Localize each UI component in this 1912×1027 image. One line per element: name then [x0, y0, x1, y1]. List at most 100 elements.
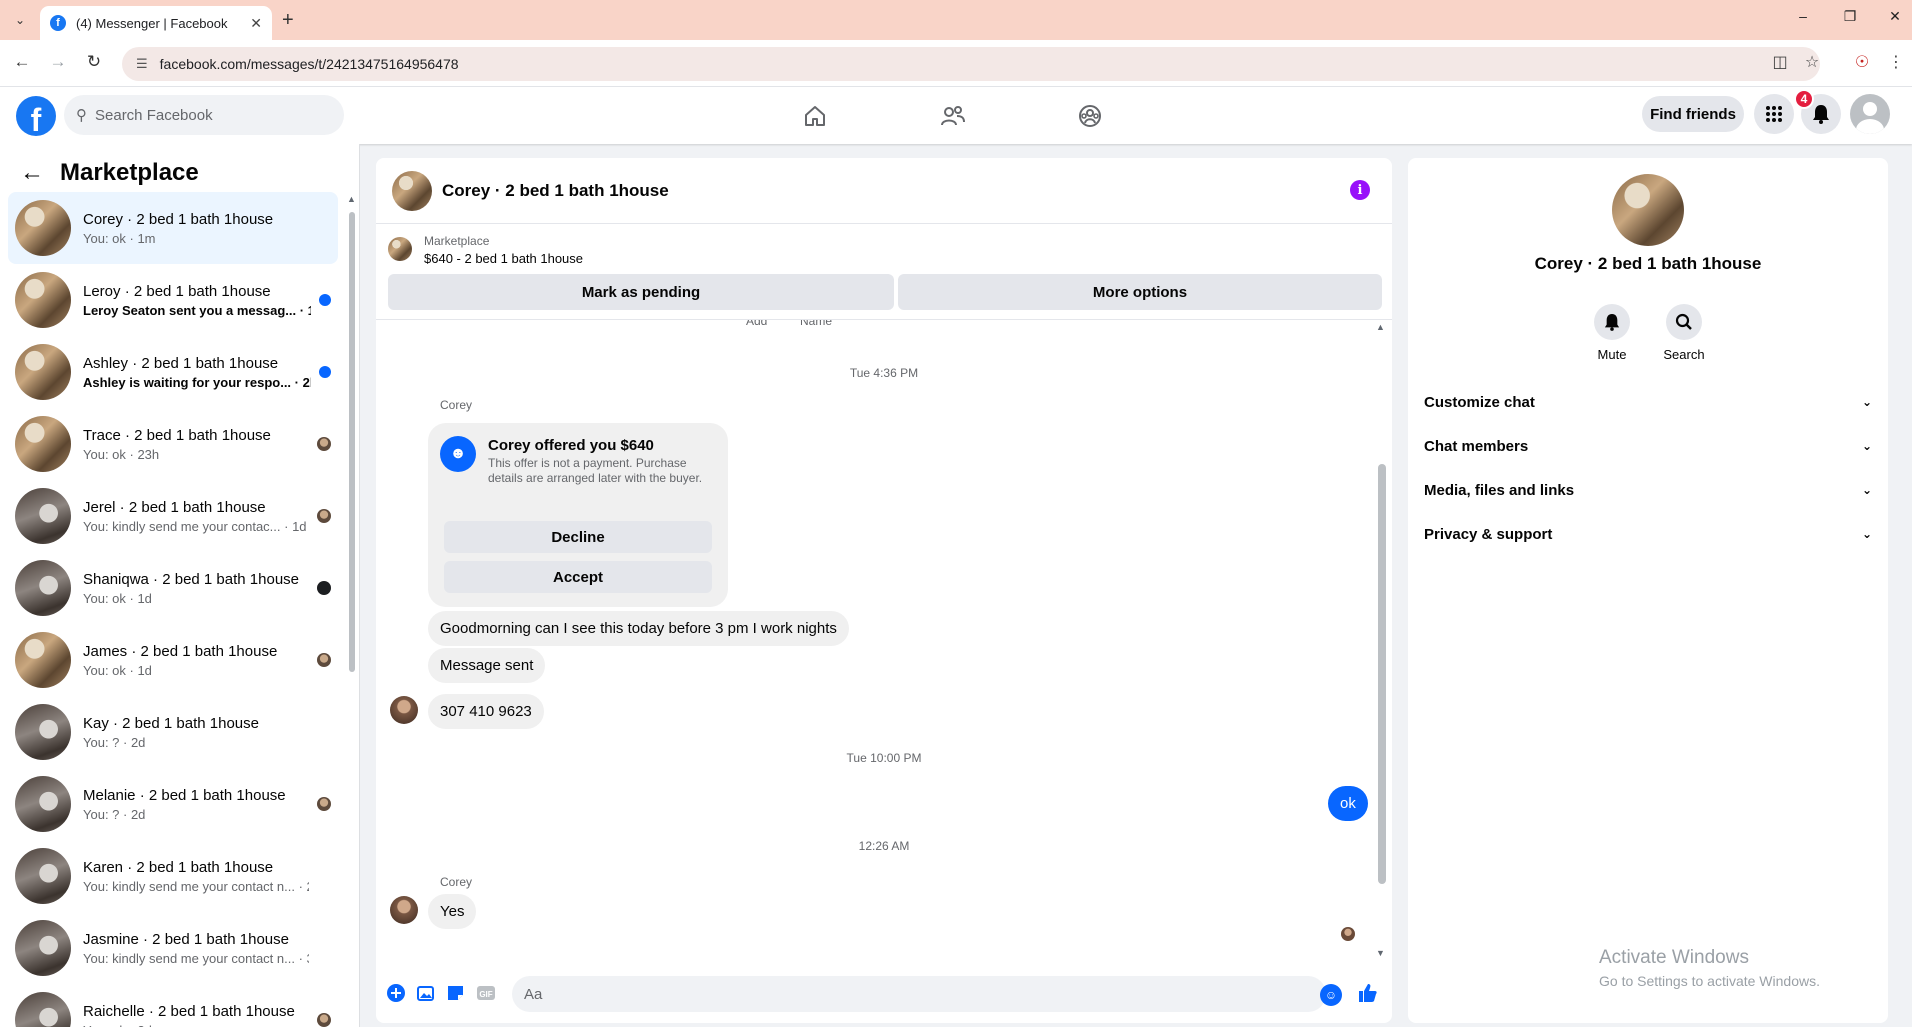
browser-menu-icon[interactable]: ⋮: [1884, 52, 1908, 72]
scroll-up-arrow-icon[interactable]: ▲: [1376, 322, 1385, 332]
gif-icon[interactable]: GIF: [474, 981, 498, 1005]
unread-dot: [319, 366, 331, 378]
minimize-icon[interactable]: –: [1788, 8, 1818, 24]
tab-close-icon[interactable]: ✕: [250, 15, 262, 32]
back-icon[interactable]: ←: [10, 52, 34, 72]
conversation-text: Jasmine · 2 bed 1 bath 1house You: kindly…: [83, 931, 309, 966]
search-in-conversation-button[interactable]: Search: [1654, 304, 1714, 362]
conversation-item[interactable]: Jasmine · 2 bed 1 bath 1house You: kindly…: [8, 912, 338, 984]
offer-card: ☻ Corey offered you $640 This offer is n…: [428, 423, 728, 607]
bookmark-star-icon[interactable]: ☆: [1800, 52, 1824, 72]
sticker-icon[interactable]: [444, 981, 468, 1005]
tab-search-chevron-icon[interactable]: ⌄: [8, 8, 32, 32]
conversation-name: Jerel · 2 bed 1 bath 1house: [83, 498, 266, 516]
message-input[interactable]: Aa: [512, 976, 1326, 1012]
chat-title[interactable]: Corey · 2 bed 1 bath 1house: [442, 181, 669, 201]
conversation-item[interactable]: Melanie · 2 bed 1 bath 1house You: ? · 2d: [8, 768, 338, 840]
find-friends-button[interactable]: Find friends: [1642, 96, 1744, 132]
message-bubble[interactable]: Goodmorning can I see this today before …: [428, 611, 849, 646]
info-avatar[interactable]: [1612, 174, 1684, 246]
new-tab-icon[interactable]: +: [282, 9, 294, 32]
more-options-button[interactable]: More options: [898, 274, 1382, 310]
profile-icon[interactable]: ☉: [1850, 52, 1874, 72]
conversation-item[interactable]: Corey · 2 bed 1 bath 1house You: ok · 1m: [8, 192, 338, 264]
scroll-up-arrow-icon[interactable]: ▲: [347, 194, 356, 204]
conversation-name: Kay · 2 bed 1 bath 1house: [83, 714, 259, 732]
listing-title[interactable]: $640 - 2 bed 1 bath 1house: [424, 251, 583, 266]
thumbs-up-icon[interactable]: [1356, 981, 1380, 1005]
sender-avatar[interactable]: [390, 896, 418, 924]
my-message-bubble[interactable]: ok: [1328, 786, 1368, 821]
conversation-item[interactable]: Jerel · 2 bed 1 bath 1house You: kindly s…: [8, 480, 338, 552]
url-field[interactable]: ☰ facebook.com/messages/t/24213475164956…: [122, 47, 1820, 81]
conversation-preview: Leroy Seaton sent you a messag... · 1h: [83, 302, 311, 318]
conversation-thumbnail: [15, 344, 71, 400]
conversation-name: Corey · 2 bed 1 bath 1house: [83, 210, 274, 228]
media-files-links-section[interactable]: Media, files and links ⌄: [1424, 468, 1872, 512]
conversation-preview: Ashley is waiting for your respo... · 2h: [83, 374, 311, 390]
mark-as-pending-button[interactable]: Mark as pending: [388, 274, 894, 310]
conversation-item[interactable]: Kay · 2 bed 1 bath 1house You: ? · 2d: [8, 696, 338, 768]
home-nav-icon[interactable]: [795, 101, 835, 131]
reload-icon[interactable]: ↻: [82, 52, 106, 72]
scroll-down-arrow-icon[interactable]: ▼: [1376, 948, 1385, 958]
search-icon: [1666, 304, 1702, 340]
facebook-search-input[interactable]: ⚲ Search Facebook: [64, 95, 344, 135]
chat-avatar[interactable]: [392, 170, 432, 211]
conversation-item[interactable]: Raichelle · 2 bed 1 bath 1house You: ok ·…: [8, 984, 338, 1027]
conversation-name: James · 2 bed 1 bath 1house: [83, 642, 278, 660]
accept-button[interactable]: Accept: [444, 561, 712, 593]
message-bubble[interactable]: Yes: [428, 894, 477, 929]
forward-icon[interactable]: →: [46, 52, 70, 72]
conversation-item[interactable]: James · 2 bed 1 bath 1house You: ok · 1d: [8, 624, 338, 696]
section-label: Privacy & support: [1424, 525, 1553, 543]
site-info-icon[interactable]: ☰: [136, 56, 148, 72]
conversation-item[interactable]: Leroy · 2 bed 1 bath 1house Leroy Seaton …: [8, 264, 338, 336]
conversation-item[interactable]: Trace · 2 bed 1 bath 1house You: ok · 23h: [8, 408, 338, 480]
conversation-item[interactable]: Shaniqwa · 2 bed 1 bath 1house You: ok · …: [8, 552, 338, 624]
photo-icon[interactable]: [414, 981, 438, 1005]
bell-icon: [1594, 304, 1630, 340]
chevron-down-icon: ⌄: [1861, 527, 1872, 541]
decline-button[interactable]: Decline: [444, 521, 712, 553]
conversation-name: Melanie · 2 bed 1 bath 1house: [83, 786, 286, 804]
install-app-icon[interactable]: ◫: [1768, 52, 1792, 72]
timestamp: Tue 4:36 PM: [849, 366, 919, 380]
conversation-text: Jerel · 2 bed 1 bath 1house You: kindly s…: [83, 499, 309, 534]
sender-avatar[interactable]: [390, 696, 418, 724]
chat-members-section[interactable]: Chat members ⌄: [1424, 424, 1872, 468]
message-bubble[interactable]: 307 410 9623: [428, 694, 544, 729]
chat-scrollbar[interactable]: [1378, 464, 1386, 884]
restore-icon[interactable]: ❐: [1835, 8, 1865, 25]
menu-grid-icon[interactable]: [1754, 94, 1794, 134]
privacy-support-section[interactable]: Privacy & support ⌄: [1424, 512, 1872, 556]
conversation-item[interactable]: Karen · 2 bed 1 bath 1house You: kindly s…: [8, 840, 338, 912]
sidebar-header: ← Marketplace: [20, 159, 199, 187]
more-actions-plus-icon[interactable]: [384, 981, 408, 1005]
friends-nav-icon[interactable]: [933, 101, 973, 131]
timestamp: 12:26 AM: [858, 839, 910, 853]
seen-avatar: [317, 437, 331, 451]
search-placeholder: Search Facebook: [95, 106, 213, 124]
conversation-preview: You: ok · 23h: [83, 446, 160, 462]
customize-chat-section[interactable]: Customize chat ⌄: [1424, 380, 1872, 424]
listing-thumbnail[interactable]: [388, 237, 412, 261]
conversation-item[interactable]: Ashley · 2 bed 1 bath 1house Ashley is wa…: [8, 336, 338, 408]
facebook-logo-icon[interactable]: f: [16, 96, 56, 136]
window-close-icon[interactable]: ✕: [1880, 8, 1910, 25]
message-bubble[interactable]: Message sent: [428, 648, 546, 683]
conversation-thumbnail: [15, 488, 71, 544]
emoji-icon[interactable]: ☺: [1320, 984, 1342, 1006]
sidebar-scrollbar[interactable]: [349, 212, 355, 672]
windows-activation-watermark: Activate Windows Go to Settings to activ…: [1599, 947, 1820, 989]
search-label: Search: [1663, 347, 1705, 362]
account-avatar[interactable]: [1850, 94, 1890, 134]
groups-nav-icon[interactable]: [1070, 101, 1110, 131]
browser-tab[interactable]: f (4) Messenger | Facebook ✕: [40, 6, 272, 40]
mute-button[interactable]: Mute: [1582, 304, 1642, 362]
conversation-name: Jasmine · 2 bed 1 bath 1house: [83, 930, 289, 948]
back-arrow-icon[interactable]: ←: [20, 159, 44, 187]
conversation-thumbnail: [15, 920, 71, 976]
conversation-text: Karen · 2 bed 1 bath 1house You: kindly s…: [83, 859, 309, 894]
info-icon[interactable]: i: [1350, 180, 1370, 200]
